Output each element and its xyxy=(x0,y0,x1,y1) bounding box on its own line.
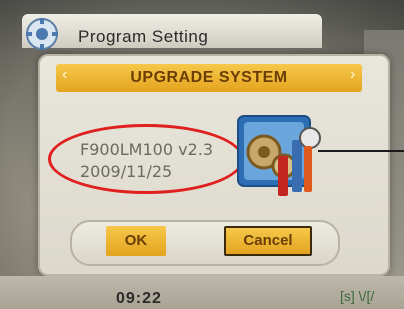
status-time: 09:22 xyxy=(116,290,162,307)
cancel-button[interactable]: Cancel xyxy=(224,226,312,256)
dialog-title: UPGRADE SYSTEM xyxy=(130,69,288,86)
callout-line xyxy=(318,150,404,152)
status-icons: [s] \/[/ xyxy=(340,288,375,304)
ok-button[interactable]: OK xyxy=(106,226,166,256)
settings-app-icon xyxy=(26,18,58,50)
upgrade-tools-icon xyxy=(237,115,321,196)
highlight-ellipse xyxy=(48,124,244,194)
background-window-title: Program Setting xyxy=(78,27,209,46)
